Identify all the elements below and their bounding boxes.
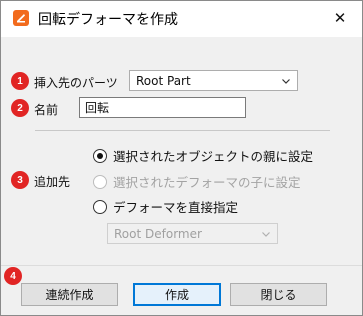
radio-button-checked[interactable] xyxy=(93,148,107,163)
step-badge-4: 4 xyxy=(4,267,22,285)
chevron-down-icon xyxy=(282,79,290,84)
dialog-window: 回転デフォーマを作成 ✕ 1 挿入先のパーツ Root Part 2 名前 3 … xyxy=(0,0,363,316)
app-logo-icon xyxy=(13,10,29,26)
name-input[interactable] xyxy=(79,97,246,118)
radio-label-parent-of-selected: 選択されたオブジェクトの親に設定 xyxy=(113,149,314,164)
step-badge-3: 3 xyxy=(11,171,29,189)
chevron-down-icon xyxy=(262,232,270,237)
radio-button-disabled[interactable] xyxy=(93,174,107,189)
create-button[interactable]: 作成 xyxy=(133,283,221,306)
window-title: 回転デフォーマを作成 xyxy=(38,12,178,28)
section-divider xyxy=(35,130,330,131)
radio-button-unchecked[interactable] xyxy=(93,199,107,214)
title-bar: 回転デフォーマを作成 ✕ xyxy=(1,1,362,37)
radio-option-child-of-deformer[interactable]: 選択されたデフォーマの子に設定 xyxy=(93,172,301,191)
insert-target-label: 挿入先のパーツ xyxy=(34,76,118,90)
step-badge-1: 1 xyxy=(11,72,29,90)
add-to-label: 追加先 xyxy=(34,175,71,189)
deformer-select-value: Root Deformer xyxy=(114,226,202,241)
close-window-button[interactable]: ✕ xyxy=(318,1,362,35)
deformer-select[interactable]: Root Deformer xyxy=(107,223,278,244)
radio-label-specify-deformer: デフォーマを直接指定 xyxy=(113,200,239,215)
insert-target-select[interactable]: Root Part xyxy=(129,70,298,91)
step-badge-2: 2 xyxy=(11,99,29,117)
insert-target-value: Root Part xyxy=(136,73,191,88)
radio-label-child-of-deformer: 選択されたデフォーマの子に設定 xyxy=(113,175,301,190)
name-label: 名前 xyxy=(34,103,59,117)
close-icon: ✕ xyxy=(333,9,347,27)
radio-option-parent-of-selected[interactable]: 選択されたオブジェクトの親に設定 xyxy=(93,146,313,165)
radio-option-specify-deformer[interactable]: デフォーマを直接指定 xyxy=(93,197,238,216)
close-button[interactable]: 閉じる xyxy=(230,283,327,306)
continuous-create-button[interactable]: 連続作成 xyxy=(21,283,118,306)
